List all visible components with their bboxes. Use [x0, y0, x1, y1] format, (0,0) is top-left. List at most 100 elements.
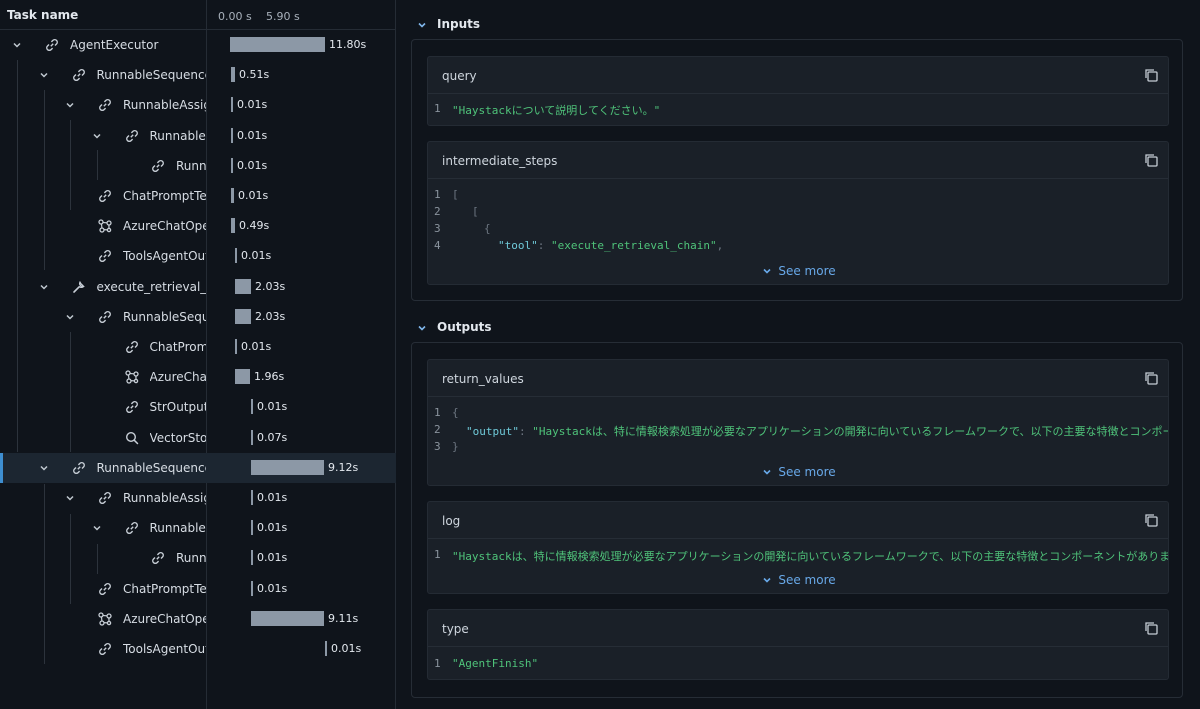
timeline-tick-start: 0.00 s — [218, 10, 252, 23]
duration-label: 0.01s — [257, 491, 288, 504]
code-line: 3 } — [428, 439, 1168, 456]
tree-row-label: VectorStor — [149, 430, 207, 445]
duration-bar — [231, 127, 233, 143]
code-line: 3 { — [428, 221, 1168, 238]
line-number: 1 — [434, 102, 441, 115]
line-number: 2 — [434, 423, 441, 436]
tree-row[interactable]: execute_retrieval_ch 2.03s — [0, 272, 396, 302]
code-line: 1 "AgentFinish" — [428, 656, 1168, 673]
tree-row[interactable]: AzureChatOper 9.11s — [0, 604, 396, 634]
code-text: [ — [472, 205, 479, 218]
duration-label: 0.01s — [237, 158, 268, 172]
line-number: 1 — [434, 188, 441, 201]
chevron-down-icon[interactable] — [38, 69, 50, 81]
link-icon — [124, 128, 140, 144]
see-more-button[interactable]: See more — [428, 264, 1168, 279]
see-more-button[interactable]: See more — [428, 465, 1168, 480]
link-icon — [44, 37, 60, 53]
outputs-group: return_values 1 { 2 "output": "Haystackは… — [411, 342, 1183, 698]
duration-label: 9.12s — [328, 460, 359, 474]
link-icon — [150, 158, 166, 174]
duration-bar — [235, 248, 237, 264]
link-icon — [71, 460, 87, 476]
code-text: } — [452, 440, 459, 453]
duration-label: 0.01s — [237, 98, 268, 112]
duration-label: 2.03s — [255, 279, 286, 293]
copy-icon[interactable] — [1144, 371, 1158, 385]
chevron-down-icon — [762, 466, 772, 480]
tree-row-label: Runna — [176, 158, 206, 173]
tree-row-label: ToolsAgentOut — [123, 249, 206, 264]
see-more-label: See more — [778, 465, 836, 479]
tree-row[interactable]: AzureChat 1.96s — [0, 362, 396, 392]
line-number: 4 — [434, 239, 441, 252]
tree-row-label: ChatPromp — [149, 340, 207, 354]
chevron-down-icon[interactable] — [11, 39, 23, 51]
tree-row[interactable]: ChatPromptTen 0.01s — [0, 181, 396, 211]
tree-row[interactable]: RunnableP 0.01s — [0, 121, 396, 151]
model-icon — [97, 611, 113, 627]
chevron-down-icon[interactable] — [38, 462, 50, 474]
tree-row-label: ChatPromptTen — [123, 189, 206, 203]
duration-label: 0.01s — [241, 249, 272, 263]
tree-row[interactable]: RunnableAssign 0.01s — [0, 90, 396, 120]
code-sep: : — [518, 425, 533, 438]
link-icon — [124, 520, 140, 536]
tree-row[interactable]: ToolsAgentOut 0.01s — [0, 241, 396, 271]
chevron-down-icon — [762, 265, 772, 279]
duration-label: 2.03s — [255, 309, 286, 323]
tree-row[interactable]: AgentExecutor 11.80s — [0, 30, 396, 60]
copy-icon[interactable] — [1144, 621, 1158, 635]
chevron-down-icon[interactable] — [64, 492, 76, 504]
tree-row[interactable]: Runna 0.01s — [0, 151, 396, 181]
type-title: type — [442, 622, 469, 636]
tree-row[interactable]: RunnableSeque 2.03s — [0, 302, 396, 332]
duration-bar — [231, 188, 234, 203]
duration-label: 0.01s — [238, 189, 269, 202]
line-number: 1 — [434, 406, 441, 419]
duration-bar — [231, 218, 235, 234]
tree-row[interactable]: RunnableAssign 0.01s — [0, 483, 396, 513]
tree-row-label: RunnableP — [149, 128, 207, 143]
duration-label: 0.01s — [241, 340, 272, 353]
chevron-down-icon[interactable] — [38, 281, 50, 293]
duration-bar — [251, 429, 253, 445]
tree-row-label: RunnableP — [149, 521, 207, 536]
duration-bar — [235, 308, 251, 324]
duration-label: 0.49s — [239, 219, 270, 233]
see-more-button[interactable]: See more — [428, 573, 1168, 588]
intermediate-steps-title: intermediate_steps — [442, 154, 558, 168]
duration-bar — [251, 580, 253, 596]
duration-bar — [231, 157, 233, 173]
chevron-down-icon[interactable] — [64, 311, 76, 323]
chevron-down-icon[interactable] — [91, 130, 103, 142]
tree-row[interactable]: RunnableP 0.01s — [0, 513, 396, 543]
duration-label: 0.01s — [257, 581, 288, 595]
code-key: "tool" — [498, 239, 538, 252]
tree-row[interactable]: RunnableSequence_ 9.12s — [0, 452, 396, 483]
return-values-header: return_values — [428, 360, 1168, 397]
copy-icon[interactable] — [1144, 513, 1158, 527]
tree-row[interactable]: ChatPromp 0.01s — [0, 332, 396, 362]
link-icon — [97, 188, 113, 204]
tree-row[interactable]: Runna 0.01s — [0, 543, 396, 573]
tree-row[interactable]: VectorStor 0.07s — [0, 423, 396, 453]
tree-row-label: Runna — [176, 551, 206, 566]
outputs-title: Outputs — [437, 320, 492, 334]
link-icon — [124, 399, 140, 415]
copy-icon[interactable] — [1144, 153, 1158, 167]
chevron-down-icon[interactable] — [64, 99, 76, 111]
tree-row[interactable]: StrOutputI 0.01s — [0, 392, 396, 422]
copy-icon[interactable] — [1144, 68, 1158, 82]
tree-row-label: ToolsAgentOut — [123, 642, 206, 656]
code-sep: : — [537, 239, 551, 252]
see-more-label: See more — [778, 573, 836, 587]
code-key: "output" — [466, 425, 519, 438]
chevron-down-icon[interactable] — [91, 522, 103, 534]
tree-row[interactable]: ChatPromptTen 0.01s — [0, 574, 396, 604]
code-text: { — [484, 222, 491, 235]
line-number: 1 — [434, 548, 441, 561]
tree-row[interactable]: ToolsAgentOut 0.01s — [0, 634, 396, 664]
tree-row[interactable]: RunnableSequence_ 0.51s — [0, 60, 396, 90]
tree-row[interactable]: AzureChatOper 0.49s — [0, 211, 396, 241]
